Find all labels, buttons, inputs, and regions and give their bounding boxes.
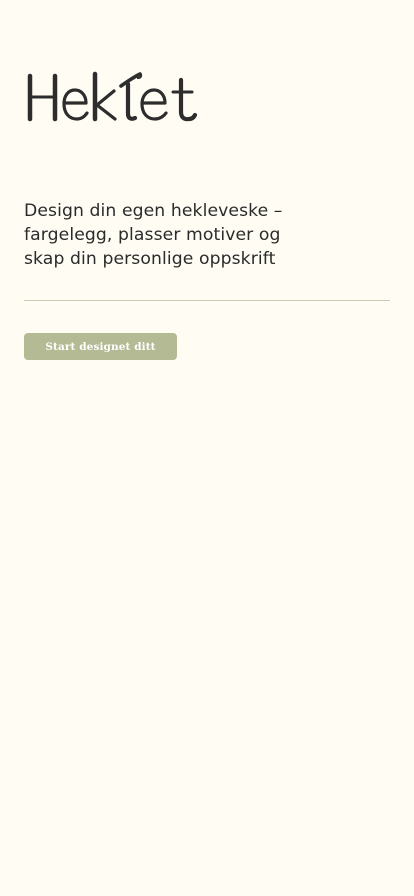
tagline: Design din egen hekleveske – fargelegg, … [24,201,283,269]
divider [24,300,390,301]
app-logo [24,64,214,126]
start-design-button[interactable]: Start designet ditt [24,333,177,360]
logo-wordmark [27,71,198,122]
